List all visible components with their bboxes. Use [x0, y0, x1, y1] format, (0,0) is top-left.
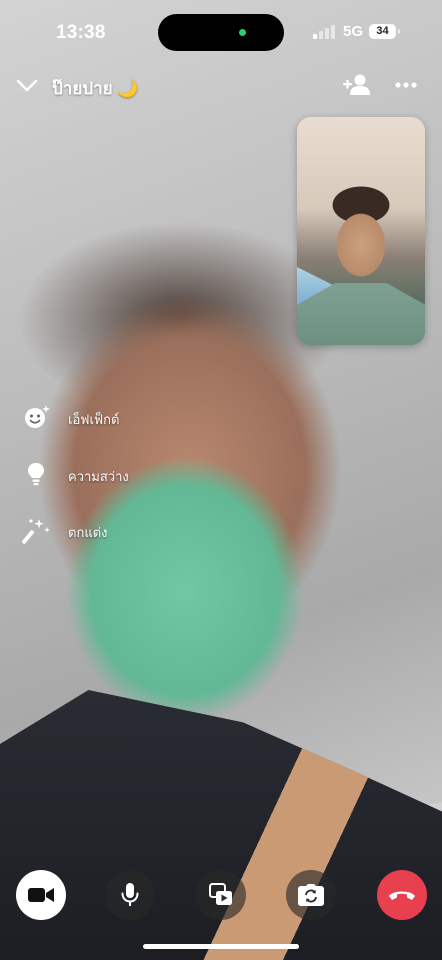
network-type: 5G — [343, 23, 364, 40]
touch-up-option[interactable]: ตกแต่ง — [22, 513, 222, 547]
minimize-call-button[interactable] — [12, 70, 42, 100]
flip-camera-button[interactable] — [286, 870, 336, 920]
remote-video-pip[interactable] — [297, 117, 425, 345]
call-header: ป๊ายปาย 🌙 — [0, 64, 442, 108]
camera-in-use-indicator — [239, 29, 246, 36]
flip-camera-icon — [298, 884, 324, 906]
effects-label: เอ็ฟเฟ็กต์ — [68, 412, 120, 427]
battery-level: 34 — [369, 24, 396, 39]
effects-option[interactable]: เอ็ฟเฟ็กต์ — [22, 400, 222, 434]
media-share-icon — [209, 883, 232, 905]
microphone-icon — [121, 883, 139, 906]
cellular-signal-icon — [313, 25, 339, 39]
add-person-button[interactable] — [341, 70, 373, 100]
video-toggle-button[interactable] — [16, 870, 66, 920]
status-time: 13:38 — [56, 22, 106, 43]
share-media-button[interactable] — [196, 870, 246, 920]
touch-up-label: ตกแต่ง — [68, 525, 108, 540]
home-indicator[interactable] — [143, 944, 299, 949]
video-camera-icon — [28, 888, 54, 902]
contact-name: ป๊ายปาย 🌙 — [52, 79, 139, 98]
touch-up-icon — [22, 519, 50, 544]
end-call-icon — [389, 891, 415, 900]
more-icon — [395, 82, 417, 88]
microphone-button[interactable] — [105, 870, 155, 920]
more-options-button[interactable] — [390, 70, 422, 100]
add-person-icon — [343, 74, 370, 95]
chevron-down-icon — [16, 79, 38, 92]
battery-tip — [398, 29, 400, 34]
dynamic-island — [158, 14, 284, 51]
status-bar: 13:38 5G 34 — [0, 0, 442, 62]
brightness-icon — [28, 463, 44, 486]
call-controls-bar — [0, 866, 442, 926]
brightness-option[interactable]: ความสว่าง — [22, 457, 222, 491]
effects-icon — [25, 405, 50, 428]
end-call-button[interactable] — [377, 870, 427, 920]
brightness-label: ความสว่าง — [68, 469, 129, 484]
